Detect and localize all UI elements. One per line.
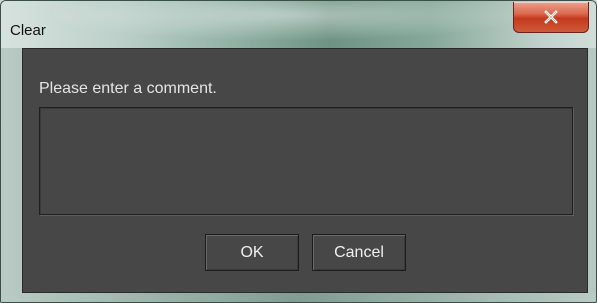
ok-button[interactable]: OK — [205, 234, 299, 271]
close-button[interactable] — [513, 2, 589, 33]
clear-dialog-window: Clear Please enter a comment. OK Cancel — [0, 0, 597, 303]
dialog-content: Please enter a comment. OK Cancel — [22, 48, 588, 293]
close-icon — [544, 10, 558, 24]
title-bar[interactable]: Clear — [1, 1, 596, 48]
cancel-button[interactable]: Cancel — [312, 234, 406, 271]
window-title: Clear — [10, 22, 46, 39]
window-bottom-border — [1, 293, 596, 302]
comment-input[interactable] — [39, 107, 573, 215]
comment-prompt-label: Please enter a comment. — [39, 80, 217, 97]
